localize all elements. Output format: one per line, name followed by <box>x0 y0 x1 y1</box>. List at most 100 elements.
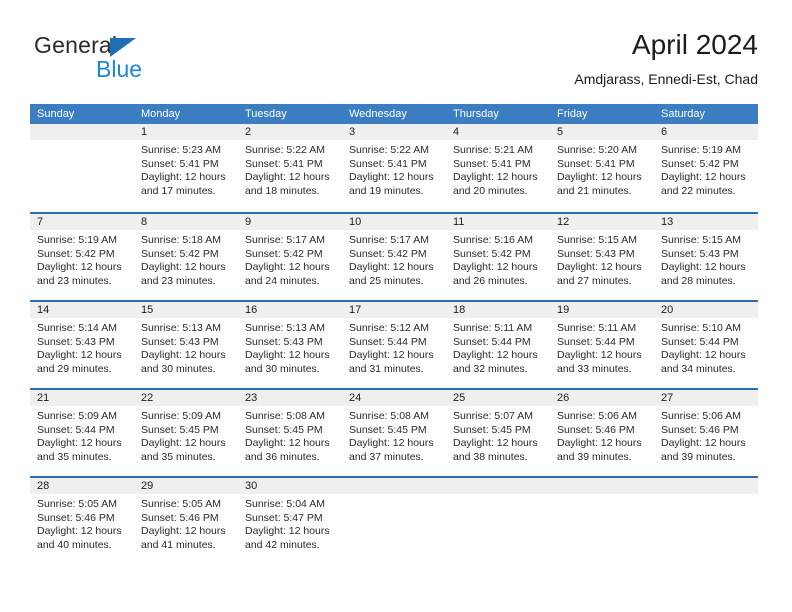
calendar-day-cell[interactable]: 8 Sunrise: 5:18 AM Sunset: 5:42 PM Daylight… <box>134 214 238 300</box>
sunset-time: Sunset: 5:42 PM <box>453 247 531 260</box>
daylight-duration-line1: Daylight: 12 hours <box>141 525 226 537</box>
calendar-day-cell[interactable]: 20 Sunrise: 5:10 AM Sunset: 5:44 PM Dayligh… <box>654 302 758 388</box>
calendar-day-cell[interactable]: 19 Sunrise: 5:11 AM Sunset: 5:44 PM Dayligh… <box>550 302 654 388</box>
day-number: 30 <box>238 478 342 494</box>
daylight-duration-line2: and 23 minutes. <box>141 274 216 287</box>
daylight-duration-line1: Daylight: 12 hours <box>453 349 538 361</box>
calendar-day-cell[interactable]: 2 Sunrise: 5:22 AM Sunset: 5:41 PM Daylight… <box>238 124 342 212</box>
sunrise-time: Sunrise: 5:23 AM <box>141 144 221 156</box>
calendar-day-cell[interactable]: 15 Sunrise: 5:13 AM Sunset: 5:43 PM Dayligh… <box>134 302 238 388</box>
sunset-time: Sunset: 5:46 PM <box>141 511 219 524</box>
day-number: 21 <box>30 390 134 406</box>
daylight-duration-line1: Daylight: 12 hours <box>245 525 330 537</box>
sunrise-time: Sunrise: 5:13 AM <box>141 322 221 334</box>
brand-name-blue: Blue <box>96 56 143 82</box>
daylight-duration-line2: and 19 minutes. <box>349 184 424 197</box>
calendar-day-cell[interactable]: 27 Sunrise: 5:06 AM Sunset: 5:46 PM Dayligh… <box>654 390 758 476</box>
day-number: 18 <box>446 302 550 318</box>
day-number: 22 <box>134 390 238 406</box>
calendar-day-cell[interactable]: 10 Sunrise: 5:17 AM Sunset: 5:42 PM Dayligh… <box>342 214 446 300</box>
sunset-time: Sunset: 5:45 PM <box>349 423 427 436</box>
daylight-duration-line1: Daylight: 12 hours <box>245 349 330 361</box>
calendar-day-cell[interactable]: 11 Sunrise: 5:16 AM Sunset: 5:42 PM Dayligh… <box>446 214 550 300</box>
sunset-time: Sunset: 5:42 PM <box>141 247 219 260</box>
daylight-duration-line1: Daylight: 12 hours <box>245 261 330 273</box>
calendar-day-cell[interactable]: 23 Sunrise: 5:08 AM Sunset: 5:45 PM Dayligh… <box>238 390 342 476</box>
daylight-duration-line2: and 26 minutes. <box>453 274 528 287</box>
daylight-duration-line1: Daylight: 12 hours <box>245 437 330 449</box>
calendar-day-cell[interactable]: 26 Sunrise: 5:06 AM Sunset: 5:46 PM Dayligh… <box>550 390 654 476</box>
page-subtitle-location: Amdjarass, Ennedi-Est, Chad <box>574 71 758 87</box>
daylight-duration-line1: Daylight: 12 hours <box>37 261 122 273</box>
calendar-week-row: 7 Sunrise: 5:19 AM Sunset: 5:42 PM Daylight… <box>30 212 758 300</box>
calendar-day-cell[interactable]: 18 Sunrise: 5:11 AM Sunset: 5:44 PM Dayligh… <box>446 302 550 388</box>
sunset-time: Sunset: 5:44 PM <box>453 335 531 348</box>
calendar-day-cell[interactable]: 7 Sunrise: 5:19 AM Sunset: 5:42 PM Daylight… <box>30 214 134 300</box>
day-number: 11 <box>446 214 550 230</box>
daylight-duration-line1: Daylight: 12 hours <box>661 349 746 361</box>
day-number: 2 <box>238 124 342 140</box>
day-number: 17 <box>342 302 446 318</box>
calendar-day-cell[interactable]: 6 Sunrise: 5:19 AM Sunset: 5:42 PM Daylight… <box>654 124 758 212</box>
calendar-day-cell-empty <box>342 478 446 564</box>
calendar-day-cell[interactable]: 12 Sunrise: 5:15 AM Sunset: 5:43 PM Dayligh… <box>550 214 654 300</box>
sunset-time: Sunset: 5:44 PM <box>37 423 115 436</box>
sunset-time: Sunset: 5:42 PM <box>661 157 739 170</box>
day-number: 20 <box>654 302 758 318</box>
calendar-day-cell[interactable]: 25 Sunrise: 5:07 AM Sunset: 5:45 PM Dayligh… <box>446 390 550 476</box>
calendar-day-cell[interactable]: 1 Sunrise: 5:23 AM Sunset: 5:41 PM Daylight… <box>134 124 238 212</box>
calendar-grid: Sunday Monday Tuesday Wednesday Thursday Frid… <box>30 104 758 564</box>
day-sun-info: Sunrise: 5:10 AM Sunset: 5:44 PM Daylight:… <box>654 318 758 376</box>
calendar-day-cell[interactable]: 5 Sunrise: 5:20 AM Sunset: 5:41 PM Daylight… <box>550 124 654 212</box>
sunset-time: Sunset: 5:41 PM <box>141 157 219 170</box>
calendar-day-cell[interactable]: 29 Sunrise: 5:05 AM Sunset: 5:46 PM Dayligh… <box>134 478 238 564</box>
weekday-header-row: Sunday Monday Tuesday Wednesday Thursday Frid… <box>30 104 758 124</box>
sunset-time: Sunset: 5:41 PM <box>245 157 323 170</box>
calendar-day-cell[interactable]: 17 Sunrise: 5:12 AM Sunset: 5:44 PM Dayligh… <box>342 302 446 388</box>
day-number: 29 <box>134 478 238 494</box>
calendar-day-cell[interactable]: 22 Sunrise: 5:09 AM Sunset: 5:45 PM Dayligh… <box>134 390 238 476</box>
calendar-day-cell[interactable]: 9 Sunrise: 5:17 AM Sunset: 5:42 PM Daylight… <box>238 214 342 300</box>
daylight-duration-line1: Daylight: 12 hours <box>349 171 434 183</box>
sunrise-time: Sunrise: 5:06 AM <box>661 410 741 422</box>
day-sun-info: Sunrise: 5:18 AM Sunset: 5:42 PM Daylight:… <box>134 230 238 288</box>
day-number: 15 <box>134 302 238 318</box>
calendar-day-cell[interactable]: 24 Sunrise: 5:08 AM Sunset: 5:45 PM Dayligh… <box>342 390 446 476</box>
calendar-day-cell[interactable]: 14 Sunrise: 5:14 AM Sunset: 5:43 PM Dayligh… <box>30 302 134 388</box>
sunrise-time: Sunrise: 5:07 AM <box>453 410 533 422</box>
sunrise-time: Sunrise: 5:22 AM <box>349 144 429 156</box>
sunset-time: Sunset: 5:44 PM <box>661 335 739 348</box>
day-sun-info: Sunrise: 5:15 AM Sunset: 5:43 PM Daylight:… <box>654 230 758 288</box>
calendar-day-cell[interactable]: 28 Sunrise: 5:05 AM Sunset: 5:46 PM Dayligh… <box>30 478 134 564</box>
calendar-day-cell[interactable]: 30 Sunrise: 5:04 AM Sunset: 5:47 PM Dayligh… <box>238 478 342 564</box>
daylight-duration-line2: and 25 minutes. <box>349 274 424 287</box>
day-sun-info: Sunrise: 5:07 AM Sunset: 5:45 PM Daylight:… <box>446 406 550 464</box>
sunset-time: Sunset: 5:45 PM <box>141 423 219 436</box>
calendar-day-cell-empty <box>30 124 134 212</box>
sunrise-time: Sunrise: 5:05 AM <box>141 498 221 510</box>
calendar-day-cell[interactable]: 21 Sunrise: 5:09 AM Sunset: 5:44 PM Dayligh… <box>30 390 134 476</box>
calendar-week-row: 28 Sunrise: 5:05 AM Sunset: 5:46 PM Dayligh… <box>30 476 758 564</box>
day-sun-info: Sunrise: 5:17 AM Sunset: 5:42 PM Daylight:… <box>342 230 446 288</box>
day-number: 7 <box>30 214 134 230</box>
daylight-duration-line1: Daylight: 12 hours <box>349 437 434 449</box>
calendar-day-cell[interactable]: 16 Sunrise: 5:13 AM Sunset: 5:43 PM Dayligh… <box>238 302 342 388</box>
daylight-duration-line2: and 32 minutes. <box>453 362 528 375</box>
daylight-duration-line1: Daylight: 12 hours <box>661 261 746 273</box>
sunrise-time: Sunrise: 5:04 AM <box>245 498 325 510</box>
calendar-day-cell[interactable]: 4 Sunrise: 5:21 AM Sunset: 5:41 PM Daylight… <box>446 124 550 212</box>
calendar-day-cell[interactable]: 13 Sunrise: 5:15 AM Sunset: 5:43 PM Dayligh… <box>654 214 758 300</box>
sunrise-time: Sunrise: 5:17 AM <box>349 234 429 246</box>
sunset-time: Sunset: 5:41 PM <box>557 157 635 170</box>
calendar-day-cell[interactable]: 3 Sunrise: 5:22 AM Sunset: 5:41 PM Daylight… <box>342 124 446 212</box>
day-sun-info: Sunrise: 5:21 AM Sunset: 5:41 PM Daylight:… <box>446 140 550 198</box>
day-sun-info: Sunrise: 5:11 AM Sunset: 5:44 PM Daylight:… <box>550 318 654 376</box>
sunrise-time: Sunrise: 5:11 AM <box>453 322 533 334</box>
calendar-day-cell-empty <box>654 478 758 564</box>
brand-logo[interactable]: General Blue <box>34 32 234 94</box>
day-sun-info: Sunrise: 5:22 AM Sunset: 5:41 PM Daylight:… <box>342 140 446 198</box>
daylight-duration-line2: and 42 minutes. <box>245 538 320 551</box>
sunset-time: Sunset: 5:43 PM <box>661 247 739 260</box>
day-sun-info: Sunrise: 5:05 AM Sunset: 5:46 PM Daylight:… <box>30 494 134 552</box>
daylight-duration-line2: and 35 minutes. <box>141 450 216 463</box>
